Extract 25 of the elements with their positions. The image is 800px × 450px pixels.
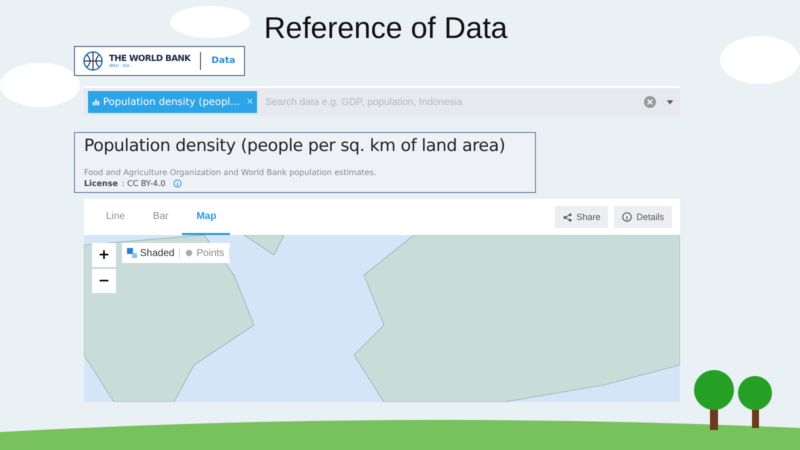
info-icon bbox=[622, 212, 632, 222]
chart-tab[interactable]: Line bbox=[92, 199, 139, 235]
license-value: : CC BY-4.0 bbox=[122, 179, 166, 188]
zoom-in-button[interactable]: + bbox=[92, 243, 116, 267]
brand-name: THE WORLD BANK bbox=[109, 54, 190, 64]
share-button[interactable]: Share bbox=[555, 206, 608, 228]
details-button[interactable]: Details bbox=[614, 206, 672, 228]
chart-tab[interactable]: Bar bbox=[138, 199, 182, 235]
point-icon bbox=[185, 249, 194, 257]
dropdown-caret-icon bbox=[666, 98, 674, 106]
info-icon bbox=[173, 179, 182, 188]
section-label: Data bbox=[211, 56, 236, 66]
world-map[interactable]: + − Shaded Points bbox=[84, 235, 680, 402]
bar-chart-icon bbox=[92, 98, 100, 106]
license-label: License bbox=[84, 179, 118, 188]
share-icon bbox=[563, 212, 572, 222]
map-mode-toggle[interactable]: Points bbox=[180, 248, 230, 258]
map-mode-toggle[interactable]: Shaded bbox=[122, 248, 180, 258]
shaded-icon bbox=[127, 248, 137, 258]
globe-icon bbox=[83, 51, 103, 71]
indicator-title: Population density (people per sq. km of land area) bbox=[84, 136, 506, 156]
source-text: Food and Agriculture Organization and World Bank population estimates. bbox=[84, 168, 378, 177]
slide-title: Reference of Data bbox=[264, 12, 508, 46]
zoom-out-button[interactable]: − bbox=[92, 269, 116, 293]
clear-icon bbox=[644, 96, 656, 108]
